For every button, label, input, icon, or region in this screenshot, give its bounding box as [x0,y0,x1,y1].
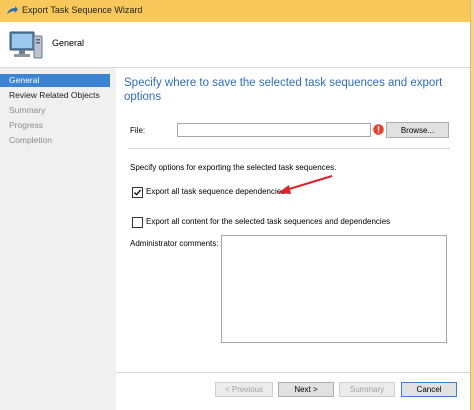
next-button[interactable]: Next > [278,382,334,397]
main-panel: Specify where to save the selected task … [116,68,470,410]
title-bar: Export Task Sequence Wizard [0,0,470,23]
divider [128,148,450,149]
checkmark-icon [134,189,142,196]
sidebar-item-general[interactable]: General [0,74,110,87]
computer-icon [9,31,43,59]
export-dependencies-label[interactable]: Export all task sequence dependencies [146,187,285,196]
main-heading: Specify where to save the selected task … [124,77,443,103]
export-content-checkbox[interactable] [132,217,143,228]
export-dependencies-checkbox[interactable] [132,187,143,198]
sidebar-item-review-related-objects[interactable]: Review Related Objects [0,89,110,102]
window-title: Export Task Sequence Wizard [22,5,143,15]
file-input[interactable] [177,123,371,137]
sidebar-item-completion[interactable]: Completion [0,134,110,147]
sidebar-item-summary[interactable]: Summary [0,104,110,117]
admin-comments-field[interactable] [221,235,447,343]
wizard-window: Export Task Sequence Wizard General Gene… [0,0,471,410]
previous-button[interactable]: < Previous [215,382,273,397]
browse-button[interactable]: Browse... [386,122,449,138]
admin-comments-label: Administrator comments: [130,239,219,248]
cancel-button[interactable]: Cancel [401,382,457,397]
annotation-arrow-icon [278,174,333,194]
export-content-label[interactable]: Export all content for the selected task… [146,217,390,226]
options-description: Specify options for exporting the select… [130,163,337,172]
footer-divider [116,372,470,373]
page-title: General [52,38,85,48]
wizard-arrow-icon [7,6,18,14]
file-label: File: [130,126,146,135]
sidebar-item-progress[interactable]: Progress [0,119,110,132]
page-header: General [0,22,470,68]
wizard-sidebar: General Review Related Objects Summary P… [0,68,110,410]
error-icon [373,124,384,135]
summary-button[interactable]: Summary [339,382,395,397]
